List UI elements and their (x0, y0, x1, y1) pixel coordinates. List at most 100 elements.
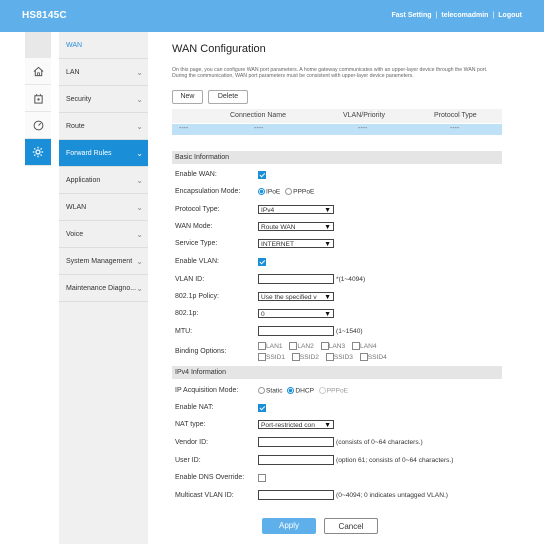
dns-override-label: Enable DNS Override: (175, 474, 245, 481)
sidebar-item-application[interactable]: Application ⌄ (59, 167, 148, 194)
acq-pppoe-radio[interactable] (318, 387, 326, 394)
multicast-vlan-hint: (0~4094; 0 indicates untagged VLAN.) (336, 492, 448, 499)
top-links: Fast Setting | telecomadmin | Logout (391, 12, 522, 19)
vlan-id-input[interactable] (258, 274, 334, 284)
section-ipv4-info: IPv4 Information (172, 366, 502, 379)
service-type-label: Service Type: (175, 240, 218, 247)
home-icon[interactable] (25, 58, 51, 85)
table-row[interactable]: ---- ---- ---- ---- (172, 124, 502, 135)
vendor-id-input[interactable] (258, 437, 334, 447)
user-link[interactable]: telecomadmin (441, 12, 488, 19)
mtu-label: MTU: (175, 328, 193, 335)
user-id-input[interactable] (258, 455, 334, 465)
sidebar-item-security[interactable]: Security ⌄ (59, 86, 148, 113)
fast-setting-link[interactable]: Fast Setting (391, 12, 431, 19)
ssid3-checkbox[interactable] (325, 353, 334, 361)
gauge-icon[interactable] (25, 112, 51, 139)
mtu-input[interactable] (258, 326, 334, 336)
chevron-down-icon: ⌄ (136, 256, 143, 266)
dropdown-arrow-icon: ▼ (323, 310, 331, 318)
dropdown-arrow-icon: ▼ (323, 223, 331, 231)
enable-nat-label: Enable NAT: (175, 404, 214, 411)
chevron-down-icon: ⌄ (136, 67, 143, 77)
multicast-vlan-input[interactable] (258, 490, 334, 500)
p8021-select[interactable]: 0 ▼ (258, 309, 334, 318)
lan3-checkbox[interactable] (320, 342, 329, 350)
ip-acquisition-radio-group: Static DHCP PPPoE (258, 387, 348, 394)
service-type-select[interactable]: INTERNET ▼ (258, 239, 334, 248)
dns-override-checkbox[interactable] (258, 474, 266, 482)
enable-wan-label: Enable WAN: (175, 171, 217, 178)
protocol-type-label: Protocol Type: (175, 206, 220, 213)
acq-dhcp-radio[interactable] (287, 387, 295, 394)
vlan-id-hint: *(1~4094) (336, 276, 366, 283)
encapsulation-label: Encapsulation Mode: (175, 188, 241, 195)
encap-pppoe-radio[interactable] (285, 188, 293, 195)
enable-nat-checkbox[interactable] (258, 404, 266, 412)
section-basic-info: Basic Information (172, 151, 502, 164)
delete-button[interactable]: Delete (208, 90, 248, 104)
vlan-id-label: VLAN ID: (175, 276, 205, 283)
sidebar-item-forward-rules[interactable]: Forward Rules ⌄ (59, 140, 148, 167)
binding-options-label: Binding Options: (175, 348, 227, 355)
ssid2-checkbox[interactable] (291, 353, 300, 361)
sidebar-item-wan[interactable]: WAN (59, 32, 148, 59)
wan-mode-select[interactable]: Route WAN ▼ (258, 222, 334, 231)
wan-mode-label: WAN Mode: (175, 223, 213, 230)
user-id-label: User ID: (175, 457, 201, 464)
ssid1-checkbox[interactable] (258, 353, 266, 361)
p8021-label: 802.1p: (175, 310, 199, 317)
col-connection-name: Connection Name (230, 112, 287, 119)
lan4-checkbox[interactable] (352, 342, 361, 350)
encapsulation-radio-group: IPoE PPPoE (258, 188, 314, 195)
apply-button[interactable]: Apply (262, 518, 316, 534)
chevron-down-icon: ⌄ (136, 148, 143, 158)
sidebar-item-voice[interactable]: Voice ⌄ (59, 221, 148, 248)
enable-vlan-checkbox[interactable] (258, 258, 266, 266)
dropdown-arrow-icon: ▼ (323, 421, 331, 429)
encap-ipoe-radio[interactable] (258, 188, 265, 195)
cancel-button[interactable]: Cancel (324, 518, 378, 534)
brand-logo: HS8145C (22, 10, 67, 21)
enable-vlan-label: Enable VLAN: (175, 258, 219, 265)
logout-link[interactable]: Logout (498, 12, 522, 19)
enable-wan-checkbox[interactable] (258, 171, 266, 179)
sidebar-item-lan[interactable]: LAN ⌄ (59, 59, 148, 86)
chevron-down-icon: ⌄ (136, 283, 143, 293)
dropdown-arrow-icon: ▼ (323, 206, 331, 214)
policy-label: 802.1p Policy: (175, 293, 219, 300)
chevron-down-icon: ⌄ (136, 202, 143, 212)
policy-select[interactable]: Use the specified v ▼ (258, 292, 334, 301)
wan-table-header: Connection Name VLAN/Priority Protocol T… (172, 109, 502, 123)
dropdown-arrow-icon: ▼ (323, 240, 331, 248)
vendor-id-hint: (consists of 0~64 characters.) (336, 439, 423, 446)
gear-icon[interactable] (25, 139, 51, 166)
sidebar-item-system-management[interactable]: System Management ⌄ (59, 248, 148, 275)
user-id-hint: (option 61; consists of 0~64 characters.… (336, 457, 454, 464)
sidebar-item-maintenance[interactable]: Maintenance Diagno... ⌄ (59, 275, 148, 302)
chevron-down-icon: ⌄ (136, 229, 143, 239)
chevron-down-icon: ⌄ (136, 121, 143, 131)
protocol-type-select[interactable]: IPv4 ▼ (258, 205, 334, 214)
router-icon[interactable] (25, 85, 51, 112)
col-vlan-priority: VLAN/Priority (343, 112, 386, 119)
nat-type-label: NAT type: (175, 421, 206, 428)
nav-icon-column (25, 32, 51, 166)
vendor-id-label: Vendor ID: (175, 439, 209, 446)
binding-row-ssid: SSID1 SSID2 SSID3 SSID4 (258, 353, 392, 361)
binding-row-lan: LAN1 LAN2 LAN3 LAN4 (258, 342, 382, 350)
nat-type-select[interactable]: Port-restricted con ▼ (258, 420, 334, 429)
sidebar-item-route[interactable]: Route ⌄ (59, 113, 148, 140)
lan1-checkbox[interactable] (258, 342, 266, 350)
dropdown-arrow-icon: ▼ (323, 293, 331, 301)
acq-static-radio[interactable] (258, 387, 265, 394)
sidebar-item-wlan[interactable]: WLAN ⌄ (59, 194, 148, 221)
new-button[interactable]: New (172, 90, 203, 104)
ip-acquisition-label: IP Acquisition Mode: (175, 387, 239, 394)
chevron-down-icon: ⌄ (136, 175, 143, 185)
sidebar-nav: WAN LAN ⌄ Security ⌄ Route ⌄ Forward Rules ⌄… (59, 32, 148, 544)
ssid4-checkbox[interactable] (359, 353, 368, 361)
page-description: On this page, you can configure WAN port… (172, 67, 488, 79)
top-bar: HS8145C Fast Setting | telecomadmin | Logout (0, 0, 544, 32)
col-protocol-type: Protocol Type (434, 112, 477, 119)
